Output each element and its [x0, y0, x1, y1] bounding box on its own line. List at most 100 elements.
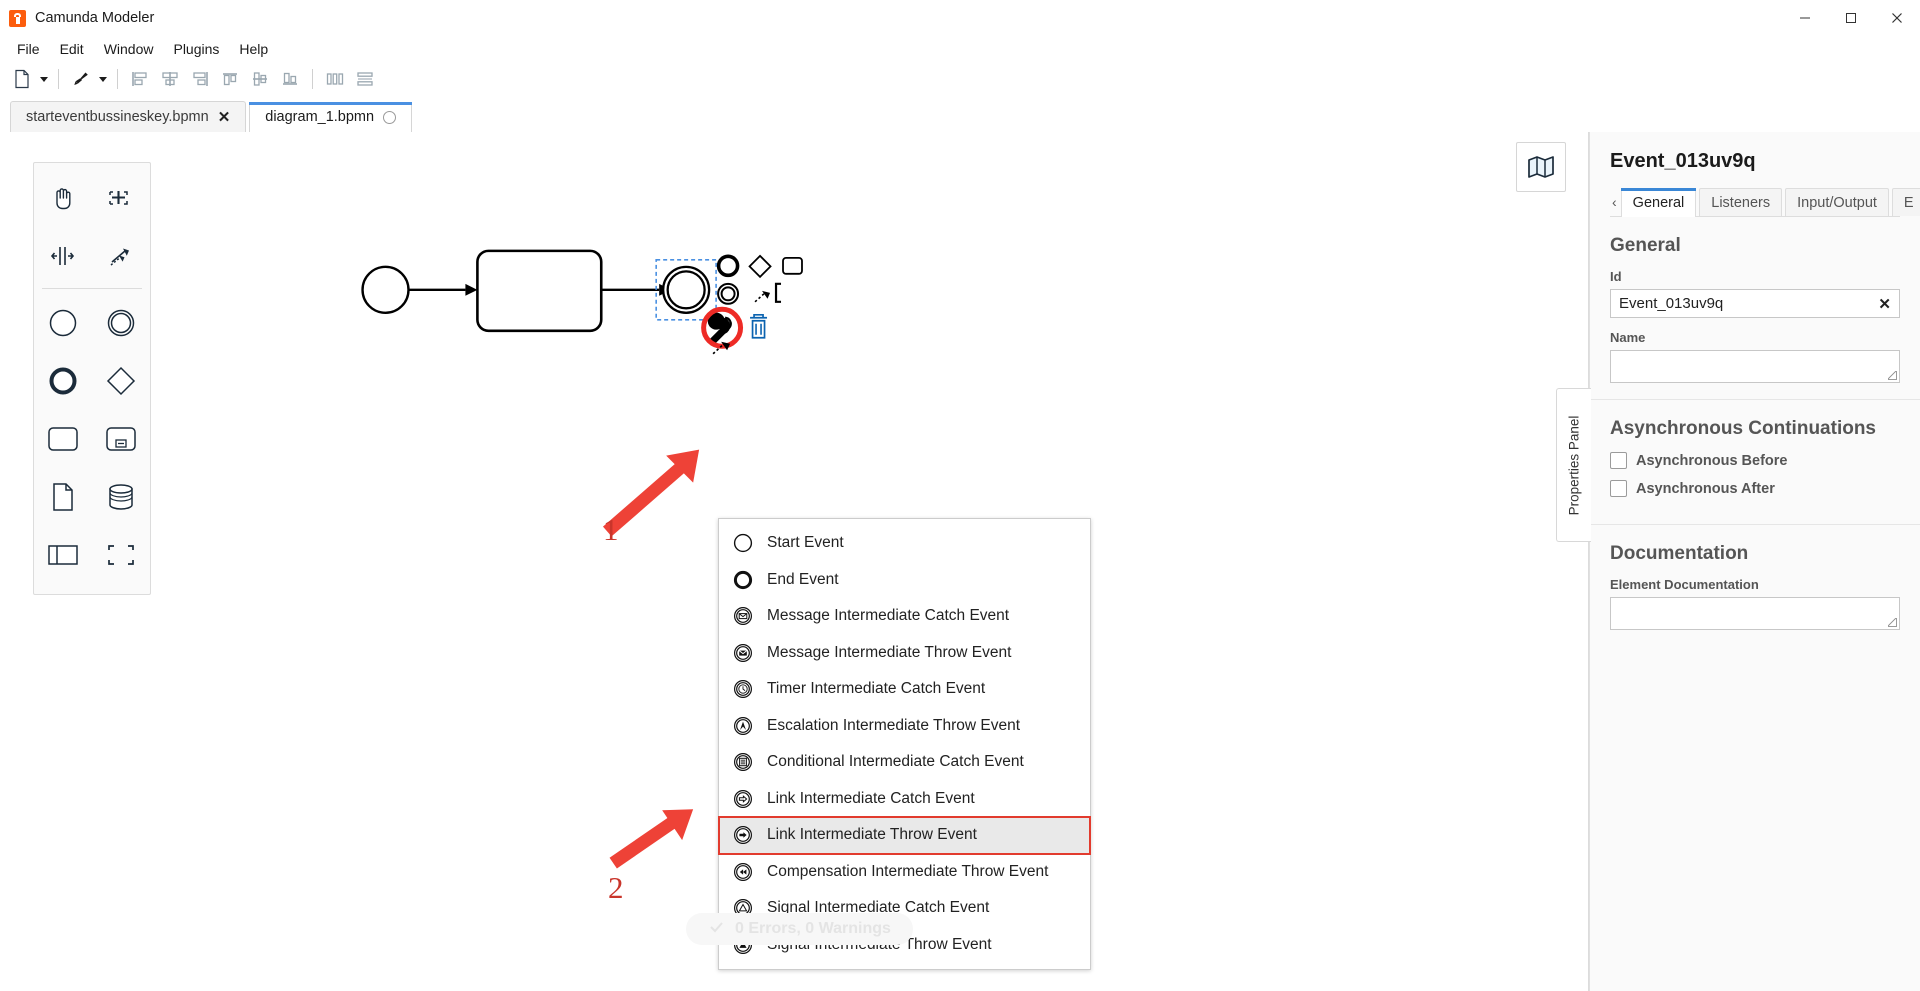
general-section: General Id Event_013uv9q ✕ Name	[1590, 217, 1920, 400]
tab-label: E	[1903, 194, 1914, 211]
lasso-tool-icon[interactable]	[92, 169, 150, 227]
tab-general[interactable]: General	[1620, 188, 1697, 217]
replace-item-label: Link Intermediate Throw Event	[767, 826, 977, 844]
annotation-number-1: 1	[603, 512, 619, 547]
element-documentation-field[interactable]	[1610, 597, 1900, 630]
tab-label: Listeners	[1711, 194, 1771, 211]
tab-diagram-1[interactable]: diagram_1.bpmn	[249, 102, 413, 133]
name-field[interactable]	[1610, 350, 1900, 383]
minimize-icon[interactable]	[1782, 0, 1828, 36]
replace-item-label: Conditional Intermediate Catch Event	[767, 753, 1024, 771]
escalation-throw-icon	[732, 715, 754, 737]
tab-unsaved-dot-icon	[383, 110, 397, 124]
menu-help[interactable]: Help	[229, 38, 278, 60]
chevron-left-icon[interactable]: ‹	[1610, 194, 1621, 216]
space-tool-icon[interactable]	[34, 227, 92, 285]
tab-label: diagram_1.bpmn	[265, 109, 375, 125]
bpmn-canvas[interactable]: 1 2 Start Event End Event Message Interm…	[0, 132, 1589, 991]
replace-item-compensation-intermediate-throw-event[interactable]: Compensation Intermediate Throw Event	[719, 854, 1090, 891]
toolbar-separator	[58, 69, 59, 89]
replace-item-escalation-intermediate-throw-event[interactable]: Escalation Intermediate Throw Event	[719, 708, 1090, 745]
replace-item-timer-intermediate-catch-event[interactable]: Timer Intermediate Catch Event	[719, 671, 1090, 708]
window-controls	[1782, 0, 1920, 36]
new-file-dropdown-caret-icon[interactable]	[37, 65, 51, 93]
new-file-icon[interactable]	[7, 65, 37, 93]
tab-extensions[interactable]: E	[1891, 188, 1920, 216]
intermediate-event-icon[interactable]	[92, 294, 150, 352]
replace-element-menu[interactable]: Start Event End Event Message Intermedia…	[718, 518, 1091, 970]
palette-row	[34, 227, 150, 285]
async-after-checkbox-row[interactable]: Asynchronous After	[1610, 480, 1900, 497]
async-after-label: Asynchronous After	[1636, 480, 1775, 497]
tab-close-icon[interactable]: ✕	[218, 110, 231, 125]
tab-label: General	[1632, 194, 1685, 211]
palette-row	[34, 468, 150, 526]
replace-item-conditional-intermediate-catch-event[interactable]: Conditional Intermediate Catch Event	[719, 744, 1090, 781]
menu-file[interactable]: File	[7, 38, 50, 60]
replace-item-label: Timer Intermediate Catch Event	[767, 680, 986, 698]
end-event-icon[interactable]	[34, 352, 92, 410]
properties-panel: Properties Panel Event_013uv9q ‹ General…	[1556, 132, 1920, 991]
distribute-horizontal-icon[interactable]	[320, 65, 350, 93]
deploy-dropdown-caret-icon[interactable]	[96, 65, 110, 93]
data-object-icon[interactable]	[34, 468, 92, 526]
properties-panel-header: Event_013uv9q ‹ General Listeners Input/…	[1590, 132, 1920, 217]
menu-plugins[interactable]: Plugins	[163, 38, 229, 60]
link-throw-icon	[732, 824, 754, 846]
minimap-icon[interactable]	[1516, 142, 1566, 192]
replace-item-message-intermediate-catch-event[interactable]: Message Intermediate Catch Event	[719, 598, 1090, 635]
async-before-checkbox-row[interactable]: Asynchronous Before	[1610, 452, 1900, 469]
name-label: Name	[1610, 330, 1646, 345]
align-right-icon[interactable]	[185, 65, 215, 93]
main-content: 1 2 Start Event End Event Message Interm…	[0, 132, 1920, 991]
replace-item-link-intermediate-catch-event[interactable]: Link Intermediate Catch Event	[719, 781, 1090, 818]
async-after-checkbox[interactable]	[1610, 480, 1627, 497]
camunda-logo-icon	[9, 9, 26, 27]
tab-input-output[interactable]: Input/Output	[1785, 188, 1889, 216]
menu-edit[interactable]: Edit	[50, 38, 94, 60]
start-event-icon	[732, 532, 754, 554]
align-bottom-icon[interactable]	[275, 65, 305, 93]
camunda-modeler-window: Camunda Modeler File Edit Window Plugins…	[0, 0, 1920, 991]
status-badge: 0 Errors, 0 Warnings	[686, 913, 913, 945]
async-before-checkbox[interactable]	[1610, 452, 1627, 469]
task-icon[interactable]	[34, 410, 92, 468]
data-store-icon[interactable]	[92, 468, 150, 526]
replace-item-start-event[interactable]: Start Event	[719, 525, 1090, 562]
deploy-brush-icon[interactable]	[66, 65, 96, 93]
toolbar	[0, 62, 1920, 96]
element-documentation-label: Element Documentation	[1610, 577, 1759, 592]
id-value: Event_013uv9q	[1619, 295, 1724, 312]
tab-starteventbussineskey[interactable]: starteventbussineskey.bpmn ✕	[10, 101, 247, 132]
menu-bar: File Edit Window Plugins Help	[0, 36, 1920, 62]
maximize-icon[interactable]	[1828, 0, 1874, 36]
replace-item-message-intermediate-throw-event[interactable]: Message Intermediate Throw Event	[719, 635, 1090, 672]
start-event-icon[interactable]	[34, 294, 92, 352]
hand-tool-icon[interactable]	[34, 169, 92, 227]
gateway-icon[interactable]	[92, 352, 150, 410]
properties-panel-toggle[interactable]: Properties Panel	[1556, 388, 1591, 542]
align-top-icon[interactable]	[215, 65, 245, 93]
close-icon[interactable]	[1874, 0, 1920, 36]
global-connect-tool-icon[interactable]	[92, 227, 150, 285]
participant-icon[interactable]	[34, 526, 92, 584]
replace-item-end-event[interactable]: End Event	[719, 562, 1090, 599]
menu-window[interactable]: Window	[94, 38, 164, 60]
group-icon[interactable]	[92, 526, 150, 584]
id-field[interactable]: Event_013uv9q ✕	[1610, 289, 1900, 318]
async-continuations-section: Asynchronous Continuations Asynchronous …	[1590, 400, 1920, 525]
link-catch-icon	[732, 788, 754, 810]
align-left-icon[interactable]	[125, 65, 155, 93]
replace-item-label: Start Event	[767, 534, 844, 552]
distribute-vertical-icon[interactable]	[350, 65, 380, 93]
clear-id-icon[interactable]: ✕	[1878, 295, 1891, 313]
align-center-icon[interactable]	[155, 65, 185, 93]
replace-item-label: Escalation Intermediate Throw Event	[767, 716, 1021, 734]
align-middle-icon[interactable]	[245, 65, 275, 93]
tab-listeners[interactable]: Listeners	[1699, 188, 1783, 216]
tab-label: starteventbussineskey.bpmn	[26, 109, 209, 125]
properties-panel-toggle-label: Properties Panel	[1566, 415, 1582, 515]
subprocess-icon[interactable]	[92, 410, 150, 468]
replace-item-link-intermediate-throw-event[interactable]: Link Intermediate Throw Event	[718, 816, 1091, 855]
replace-item-label: End Event	[767, 570, 839, 588]
